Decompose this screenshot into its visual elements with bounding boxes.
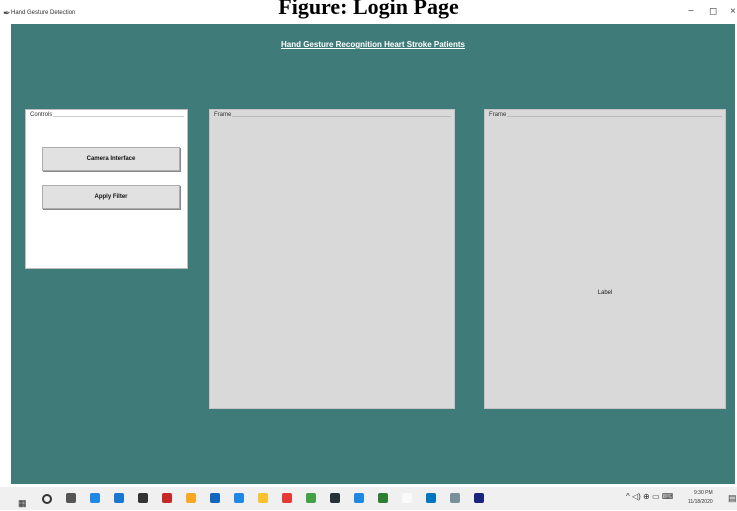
figure-caption: Figure: Login Page bbox=[278, 0, 459, 19]
frame-right: Frame Label bbox=[484, 109, 726, 409]
vscode-icon[interactable] bbox=[234, 493, 244, 503]
explorer-icon[interactable] bbox=[186, 493, 196, 503]
controls-panel: Controls Camera Interface Apply Filter bbox=[25, 109, 188, 269]
frame-right-label: Frame bbox=[488, 111, 508, 119]
apply-filter-button[interactable]: Apply Filter bbox=[42, 185, 180, 209]
app-icon-2[interactable] bbox=[210, 493, 220, 503]
group-border bbox=[488, 116, 722, 117]
edge-icon[interactable] bbox=[90, 493, 100, 503]
frame-left: Frame bbox=[209, 109, 455, 409]
group-border bbox=[213, 116, 451, 117]
app-icon-9[interactable] bbox=[474, 493, 484, 503]
app-window: Hand Gesture Recognition Heart Stroke Pa… bbox=[11, 24, 735, 484]
firefox-icon[interactable] bbox=[282, 493, 292, 503]
clock-time[interactable]: 9:30 PM bbox=[694, 490, 713, 496]
tray-icons[interactable]: ^ ◁) ⊕ ▭ ⌨ bbox=[626, 492, 673, 501]
app-icon-3[interactable] bbox=[306, 493, 316, 503]
app-icon[interactable] bbox=[162, 493, 172, 503]
frame-left-label: Frame bbox=[213, 111, 233, 119]
app-icon-7[interactable] bbox=[426, 493, 436, 503]
controls-label: Controls bbox=[29, 111, 54, 119]
chrome-icon[interactable] bbox=[258, 493, 268, 503]
windows-icon[interactable]: ▦ bbox=[18, 493, 28, 508]
clock-date[interactable]: 11/18/2020 bbox=[688, 499, 713, 505]
mail-icon[interactable] bbox=[114, 493, 124, 503]
app-icon-8[interactable] bbox=[450, 493, 460, 503]
search-icon[interactable] bbox=[42, 494, 52, 504]
task-view-icon[interactable] bbox=[66, 493, 76, 503]
store-icon[interactable] bbox=[138, 493, 148, 503]
terminal-icon[interactable] bbox=[330, 493, 340, 503]
taskbar: ▦ ^ ◁) ⊕ ▭ ⌨ 9:30 PM 11/18/2020 ▤ bbox=[0, 487, 737, 510]
output-label: Label bbox=[597, 290, 613, 296]
app-icon-4[interactable] bbox=[354, 493, 364, 503]
app-icon-6[interactable] bbox=[402, 493, 412, 503]
notification-icon[interactable]: ▤ bbox=[728, 493, 737, 504]
app-heading: Hand Gesture Recognition Heart Stroke Pa… bbox=[280, 40, 466, 49]
app-icon-5[interactable] bbox=[378, 493, 388, 503]
camera-interface-button[interactable]: Camera Interface bbox=[42, 147, 180, 171]
